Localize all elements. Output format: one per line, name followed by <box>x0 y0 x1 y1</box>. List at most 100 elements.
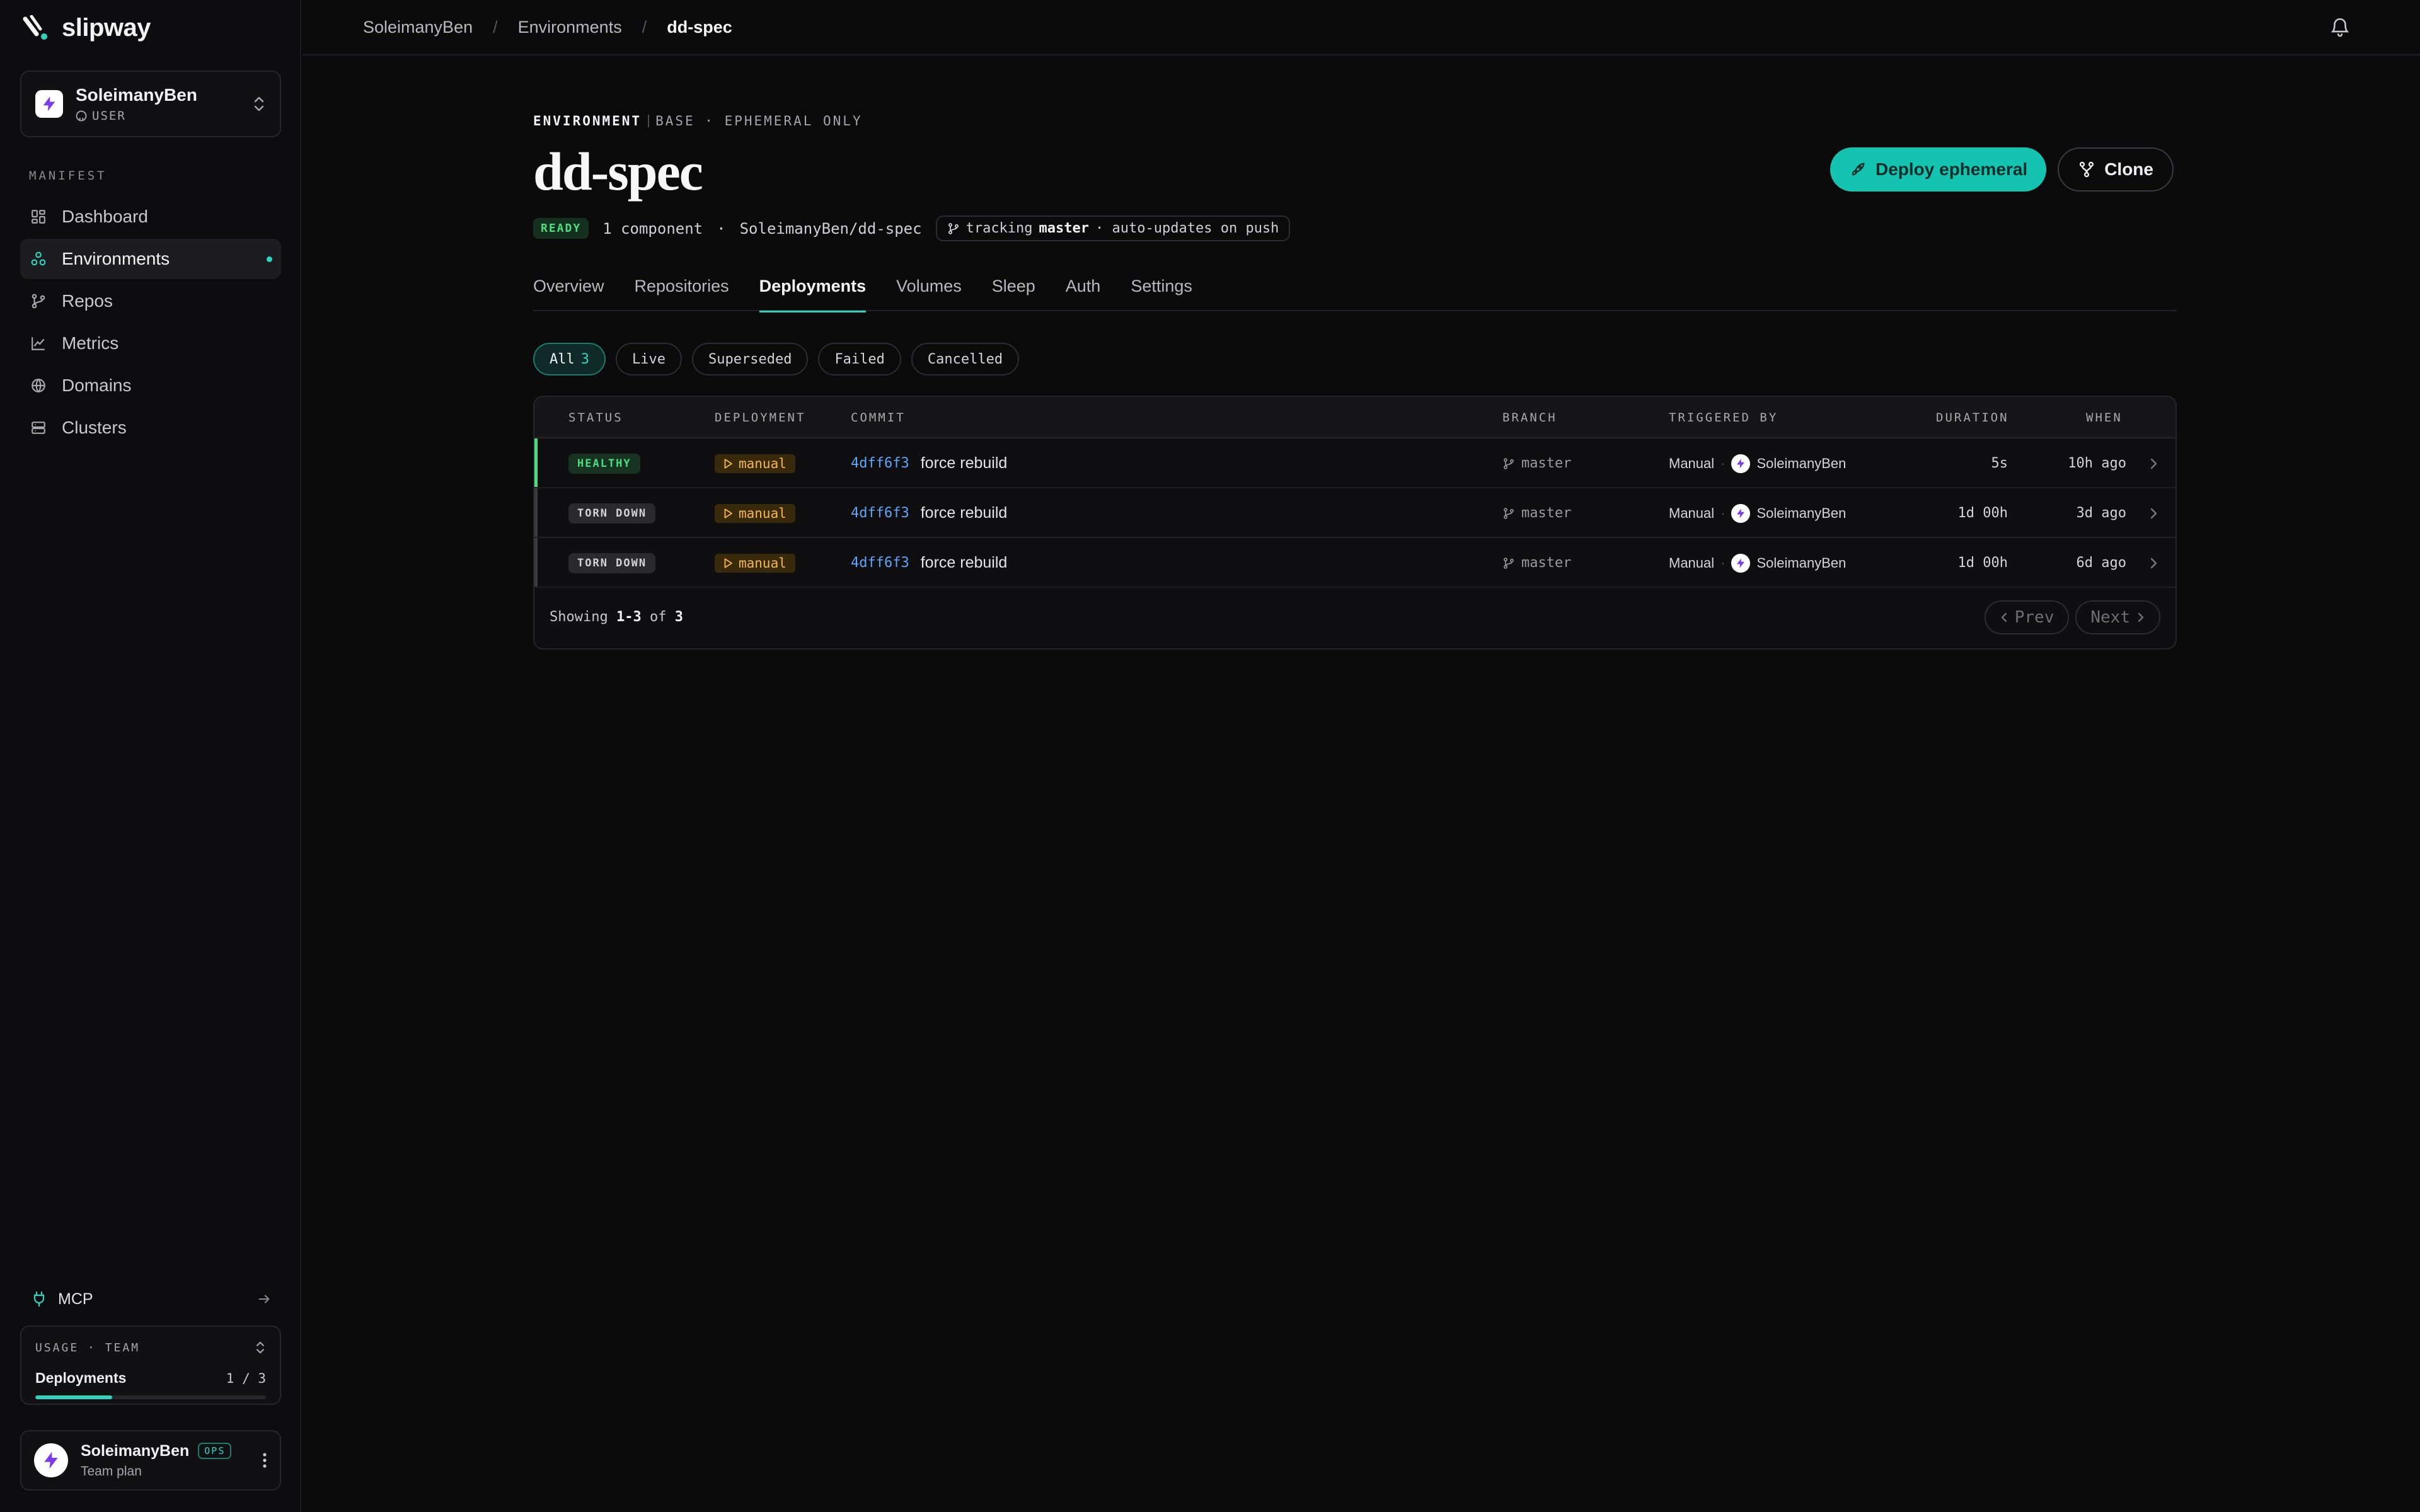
filter-failed[interactable]: Failed <box>818 343 901 375</box>
deployment-filters: All 3 Live Superseded Failed Cancelled <box>533 343 1020 375</box>
git-branch-icon <box>32 294 45 309</box>
avatar <box>1731 553 1751 573</box>
profile-plan: Team plan <box>81 1463 142 1479</box>
git-branch-icon <box>1504 557 1514 569</box>
table-row[interactable]: HEALTHY manual 4dff6f3 force rebuild mast… <box>534 438 2175 488</box>
filter-live[interactable]: Live <box>616 343 682 375</box>
arrow-right-icon <box>258 1295 270 1303</box>
play-icon <box>724 458 732 469</box>
breadcrumb-current: dd-spec <box>667 17 732 37</box>
usage-progress-fill <box>35 1395 112 1399</box>
deploy-ephemeral-label: Deploy ephemeral <box>1876 159 2028 179</box>
chevron-right-icon <box>2150 558 2157 568</box>
tab-overview[interactable]: Overview <box>533 272 604 311</box>
sidebar: slipway SoleimanyBen USER MANIFEST Dashb… <box>0 0 301 1512</box>
bolt-icon <box>1737 558 1745 568</box>
when: 3d ago <box>2076 505 2126 521</box>
account-switcher[interactable]: SoleimanyBen USER <box>20 71 281 137</box>
avatar <box>1731 454 1751 473</box>
bolt-icon <box>1737 508 1745 518</box>
play-icon <box>724 558 732 568</box>
section-label-manifest: MANIFEST <box>29 169 107 183</box>
usage-label: Deployments <box>35 1370 127 1386</box>
breadcrumb-account[interactable]: SoleimanyBen <box>363 18 473 37</box>
sidebar-item-repos[interactable]: Repos <box>20 281 281 321</box>
sidebar-item-clusters[interactable]: Clusters <box>20 408 281 448</box>
rocket-icon <box>1852 163 1865 176</box>
sidebar-item-environments[interactable]: Environments <box>20 239 281 279</box>
slipway-logo-icon <box>23 15 47 40</box>
showing-of: of <box>649 609 667 625</box>
when: 10h ago <box>2068 455 2126 471</box>
ops-badge: OPS <box>198 1443 232 1459</box>
usage-count: 1 / 3 <box>226 1370 266 1386</box>
commit-sha[interactable]: 4dff6f3 <box>851 505 909 521</box>
chevron-right-icon <box>2150 508 2157 518</box>
column-header-duration: DURATION <box>1936 411 2009 425</box>
table-row[interactable]: TORN DOWN manual 4dff6f3 force rebuild ma… <box>534 538 2175 588</box>
table-header: STATUS DEPLOYMENT COMMIT BRANCH TRIGGERE… <box>534 397 2175 438</box>
deployment-type-badge: manual <box>715 553 795 573</box>
column-header-triggered-by: TRIGGERED BY <box>1669 411 1778 425</box>
trigger-user: SoleimanyBen <box>1756 455 1847 471</box>
deploy-ephemeral-button[interactable]: Deploy ephemeral <box>1830 147 2047 192</box>
commit-sha[interactable]: 4dff6f3 <box>851 555 909 571</box>
tab-volumes[interactable]: Volumes <box>896 272 962 311</box>
filter-label: All <box>550 351 575 367</box>
commit-sha[interactable]: 4dff6f3 <box>851 455 909 471</box>
trigger-separator: · <box>1720 554 1726 571</box>
status-badge: READY <box>533 218 589 239</box>
trigger-type: Manual <box>1669 455 1715 471</box>
trigger-type: Manual <box>1669 554 1715 571</box>
account-avatar <box>35 90 63 118</box>
next-button[interactable]: Next <box>2075 600 2160 634</box>
mcp-link[interactable]: MCP <box>32 1286 271 1312</box>
showing-range: 1-3 <box>616 609 642 625</box>
trigger-user: SoleimanyBen <box>1756 505 1847 521</box>
environments-icon <box>31 251 46 266</box>
trigger-separator: · <box>1720 505 1726 521</box>
deployments-table: STATUS DEPLOYMENT COMMIT BRANCH TRIGGERE… <box>533 396 2177 650</box>
filter-cancelled[interactable]: Cancelled <box>911 343 1020 375</box>
repo-name[interactable]: SoleimanyBen/dd-spec <box>740 220 922 238</box>
breadcrumb-separator: / <box>642 17 647 37</box>
column-header-branch: BRANCH <box>1502 411 1557 425</box>
tab-deployments[interactable]: Deployments <box>759 272 866 312</box>
tab-auth[interactable]: Auth <box>1066 272 1101 311</box>
status-badge: HEALTHY <box>568 453 640 474</box>
logo[interactable]: slipway <box>23 14 151 42</box>
sidebar-item-dashboard[interactable]: Dashboard <box>20 197 281 237</box>
user-profile[interactable]: SoleimanyBen OPS Team plan <box>20 1430 281 1491</box>
clone-button[interactable]: Clone <box>2058 147 2174 192</box>
breadcrumb-environments[interactable]: Environments <box>518 18 622 37</box>
duration: 1d 00h <box>1957 555 2008 571</box>
chevron-up-down-icon <box>254 96 264 112</box>
tracking-branch: master <box>1039 220 1090 236</box>
table-row[interactable]: TORN DOWN manual 4dff6f3 force rebuild ma… <box>534 488 2175 538</box>
tab-sleep[interactable]: Sleep <box>992 272 1035 311</box>
prev-button[interactable]: Prev <box>1984 600 2070 634</box>
when: 6d ago <box>2076 555 2126 571</box>
usage-card[interactable]: USAGE · TEAM Deployments 1 / 3 <box>20 1326 281 1405</box>
sidebar-item-metrics[interactable]: Metrics <box>20 323 281 364</box>
filter-all[interactable]: All 3 <box>533 343 606 375</box>
tab-repositories[interactable]: Repositories <box>635 272 729 311</box>
bolt-icon <box>43 96 55 112</box>
clone-label: Clone <box>2104 159 2153 179</box>
filter-label: Cancelled <box>927 351 1003 367</box>
bell-icon[interactable] <box>2329 16 2351 38</box>
tab-settings[interactable]: Settings <box>1131 272 1192 311</box>
sidebar-item-domains[interactable]: Domains <box>20 365 281 406</box>
component-count: 1 component <box>602 219 703 238</box>
chevron-up-down-icon <box>256 1341 264 1354</box>
trigger-type: Manual <box>1669 505 1715 521</box>
sidebar-item-label: Environments <box>62 249 170 268</box>
bolt-icon <box>44 1452 58 1469</box>
more-vertical-icon[interactable] <box>262 1452 267 1469</box>
showing-total: 3 <box>674 609 683 625</box>
tracking-badge: tracking master · auto-updates on push <box>935 215 1291 241</box>
filter-superseded[interactable]: Superseded <box>691 343 809 375</box>
deployment-type: manual <box>739 505 786 521</box>
git-branch-icon <box>1504 507 1514 519</box>
breadcrumb-separator: / <box>493 17 498 37</box>
